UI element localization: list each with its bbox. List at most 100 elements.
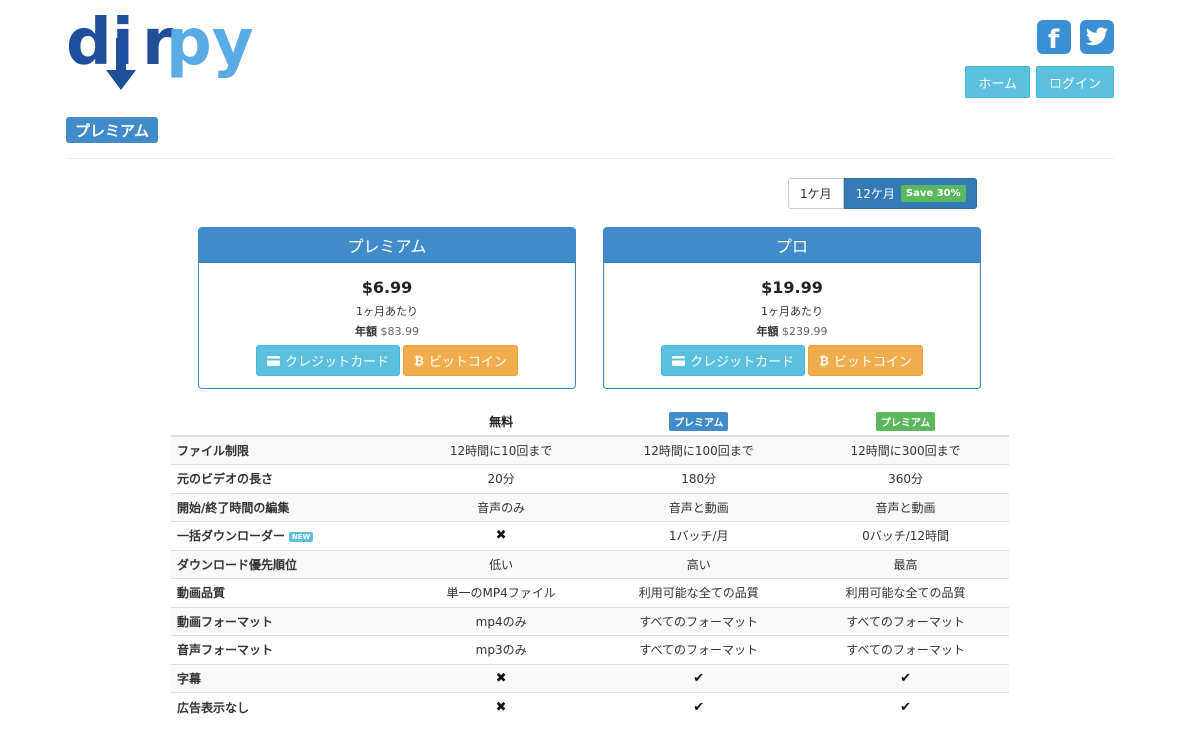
feature-label: 字幕 — [177, 671, 202, 686]
cross-icon: ✖ — [495, 670, 507, 686]
value-text: 12時間に300回まで — [850, 444, 961, 458]
feature-value: 0バッチ/12時間 — [802, 521, 1009, 550]
table-row: 音声フォーマット mp3のみ すべてのフォーマット すべてのフォーマット — [171, 635, 1009, 664]
feature-value: 音声と動画 — [802, 492, 1009, 522]
feature-value: 音声のみ — [407, 492, 596, 522]
bitcoin-button[interactable]: ₿ ビットコイン — [808, 345, 923, 376]
column-header-pro: プレミアム — [802, 407, 1009, 437]
feature-value: 最高 — [802, 549, 1009, 579]
feature-name: ダウンロード優先順位 — [171, 549, 407, 579]
plan-per-month: 1ヶ月あたり — [356, 305, 418, 318]
plan-name: プレミアム — [199, 228, 575, 263]
page-title: プレミアム — [66, 117, 158, 143]
pro-badge: プレミアム — [875, 411, 936, 431]
feature-name: 動画品質 — [171, 578, 407, 607]
twitter-icon[interactable] — [1080, 20, 1114, 54]
table-row: 動画品質 単一のMP4ファイル 利用可能な全ての品質 利用可能な全ての品質 — [171, 578, 1009, 607]
top-nav: ホーム ログイン — [965, 66, 1114, 98]
credit-card-icon — [267, 355, 281, 366]
bitcoin-icon: ₿ — [414, 353, 424, 368]
value-text: 音声と動画 — [668, 500, 729, 515]
social-links: f — [1037, 20, 1114, 54]
table-row: 字幕 ✖ ✔ ✔ — [171, 663, 1009, 693]
feature-name: 動画フォーマット — [171, 606, 407, 636]
feature-value: 360分 — [802, 464, 1009, 493]
feature-value: 高い — [595, 549, 803, 579]
annual-price: $239.99 — [782, 325, 828, 338]
svg-text:f: f — [1048, 25, 1060, 50]
logo-arrow-head — [106, 70, 136, 90]
credit-card-button[interactable]: クレジットカード — [256, 345, 401, 376]
table-row: ファイル制限 12時間に10回まで 12時間に100回まで 12時間に300回まで — [171, 435, 1009, 465]
cross-icon: ✖ — [495, 699, 507, 715]
feature-value: ✔ — [802, 663, 1009, 693]
feature-value: 低い — [407, 549, 596, 579]
new-badge: NEW — [289, 531, 314, 542]
table-header-row: 無料 プレミアム プレミアム — [171, 407, 1009, 437]
table-row: 動画フォーマット mp4のみ すべてのフォーマット すべてのフォーマット — [171, 606, 1009, 636]
payment-buttons: クレジットカード ₿ ビットコイン — [199, 345, 575, 376]
feature-name: 字幕 — [171, 663, 407, 693]
table-row: 広告表示なし ✖ ✔ ✔ — [171, 692, 1009, 721]
feature-name: 元のビデオの長さ — [171, 464, 407, 493]
logo-text-light: py — [166, 12, 252, 80]
feature-label: 動画品質 — [177, 586, 226, 601]
value-text: 180分 — [681, 472, 717, 487]
bitcoin-icon: ₿ — [819, 353, 829, 368]
bitcoin-label: ビットコイン — [833, 355, 912, 370]
feature-value: 12時間に100回まで — [595, 435, 803, 465]
value-text: 高い — [686, 557, 711, 572]
billing-period-toggle: 1ケ月 12ケ月 Save 30% — [788, 178, 977, 209]
yearly-option[interactable]: 12ケ月 Save 30% — [843, 178, 977, 209]
table-body: ファイル制限 12時間に10回まで 12時間に100回まで 12時間に300回まで元の… — [171, 435, 1009, 721]
bitcoin-label: ビットコイン — [428, 355, 507, 370]
plan-per-month: 1ヶ月あたり — [761, 305, 823, 318]
feature-label: 開始/終了時間の編集 — [177, 500, 290, 515]
feature-value: mp3のみ — [407, 635, 596, 664]
value-text: 低い — [489, 557, 514, 572]
value-text: すべてのフォーマット — [639, 614, 759, 629]
value-text: すべてのフォーマット — [639, 643, 759, 658]
plan-card-premium: プレミアム $6.99 1ヶ月あたり 年額 $83.99 クレジットカード ₿ … — [198, 227, 576, 389]
feature-value: ✖ — [407, 663, 596, 693]
bitcoin-button[interactable]: ₿ ビットコイン — [403, 345, 518, 376]
value-text: 1バッチ/月 — [668, 529, 729, 544]
feature-value: 利用可能な全ての品質 — [802, 578, 1009, 607]
annual-label: 年額 — [756, 325, 779, 338]
check-icon: ✔ — [900, 670, 912, 686]
table-row: 元のビデオの長さ 20分 180分 360分 — [171, 464, 1009, 493]
home-button[interactable]: ホーム — [965, 66, 1030, 98]
plan-card-pro: プロ $19.99 1ヶ月あたり 年額 $239.99 クレジットカード ₿ ビ… — [603, 227, 981, 389]
plan-annual: 年額 $239.99 — [604, 323, 980, 339]
feature-label: 元のビデオの長さ — [177, 472, 274, 487]
save-badge: Save 30% — [900, 185, 966, 202]
feature-value: mp4のみ — [407, 606, 596, 636]
feature-value: 20分 — [407, 464, 596, 493]
feature-name: 音声フォーマット — [171, 635, 407, 664]
monthly-option[interactable]: 1ケ月 — [788, 178, 844, 209]
feature-column-header — [171, 407, 407, 437]
feature-value: 180分 — [595, 464, 803, 493]
feature-label: 一括ダウンローダー — [177, 529, 286, 544]
feature-value: 12時間に10回まで — [407, 435, 596, 465]
feature-name: ファイル制限 — [171, 435, 407, 465]
facebook-icon[interactable]: f — [1037, 20, 1071, 54]
feature-name: 広告表示なし — [171, 692, 407, 721]
login-button[interactable]: ログイン — [1035, 66, 1114, 98]
free-label: 無料 — [489, 414, 514, 429]
value-text: すべてのフォーマット — [846, 614, 965, 629]
value-text: 利用可能な全ての品質 — [845, 586, 966, 601]
value-text: 最高 — [893, 557, 918, 572]
credit-card-button[interactable]: クレジットカード — [661, 345, 806, 376]
table-row: 一括ダウンローダー NEW ✖ 1バッチ/月 0バッチ/12時間 — [171, 521, 1009, 550]
monthly-label: 1ケ月 — [800, 187, 832, 201]
column-header-free: 無料 — [407, 407, 596, 437]
plan-name: プロ — [604, 228, 980, 263]
dirpy-logo[interactable]: di r py — [66, 12, 252, 94]
feature-label: ダウンロード優先順位 — [177, 557, 298, 572]
annual-label: 年額 — [355, 325, 377, 338]
credit-card-icon — [672, 355, 686, 366]
feature-value: ✔ — [802, 692, 1009, 721]
feature-label: ファイル制限 — [177, 444, 250, 458]
feature-value: ✖ — [407, 692, 596, 721]
